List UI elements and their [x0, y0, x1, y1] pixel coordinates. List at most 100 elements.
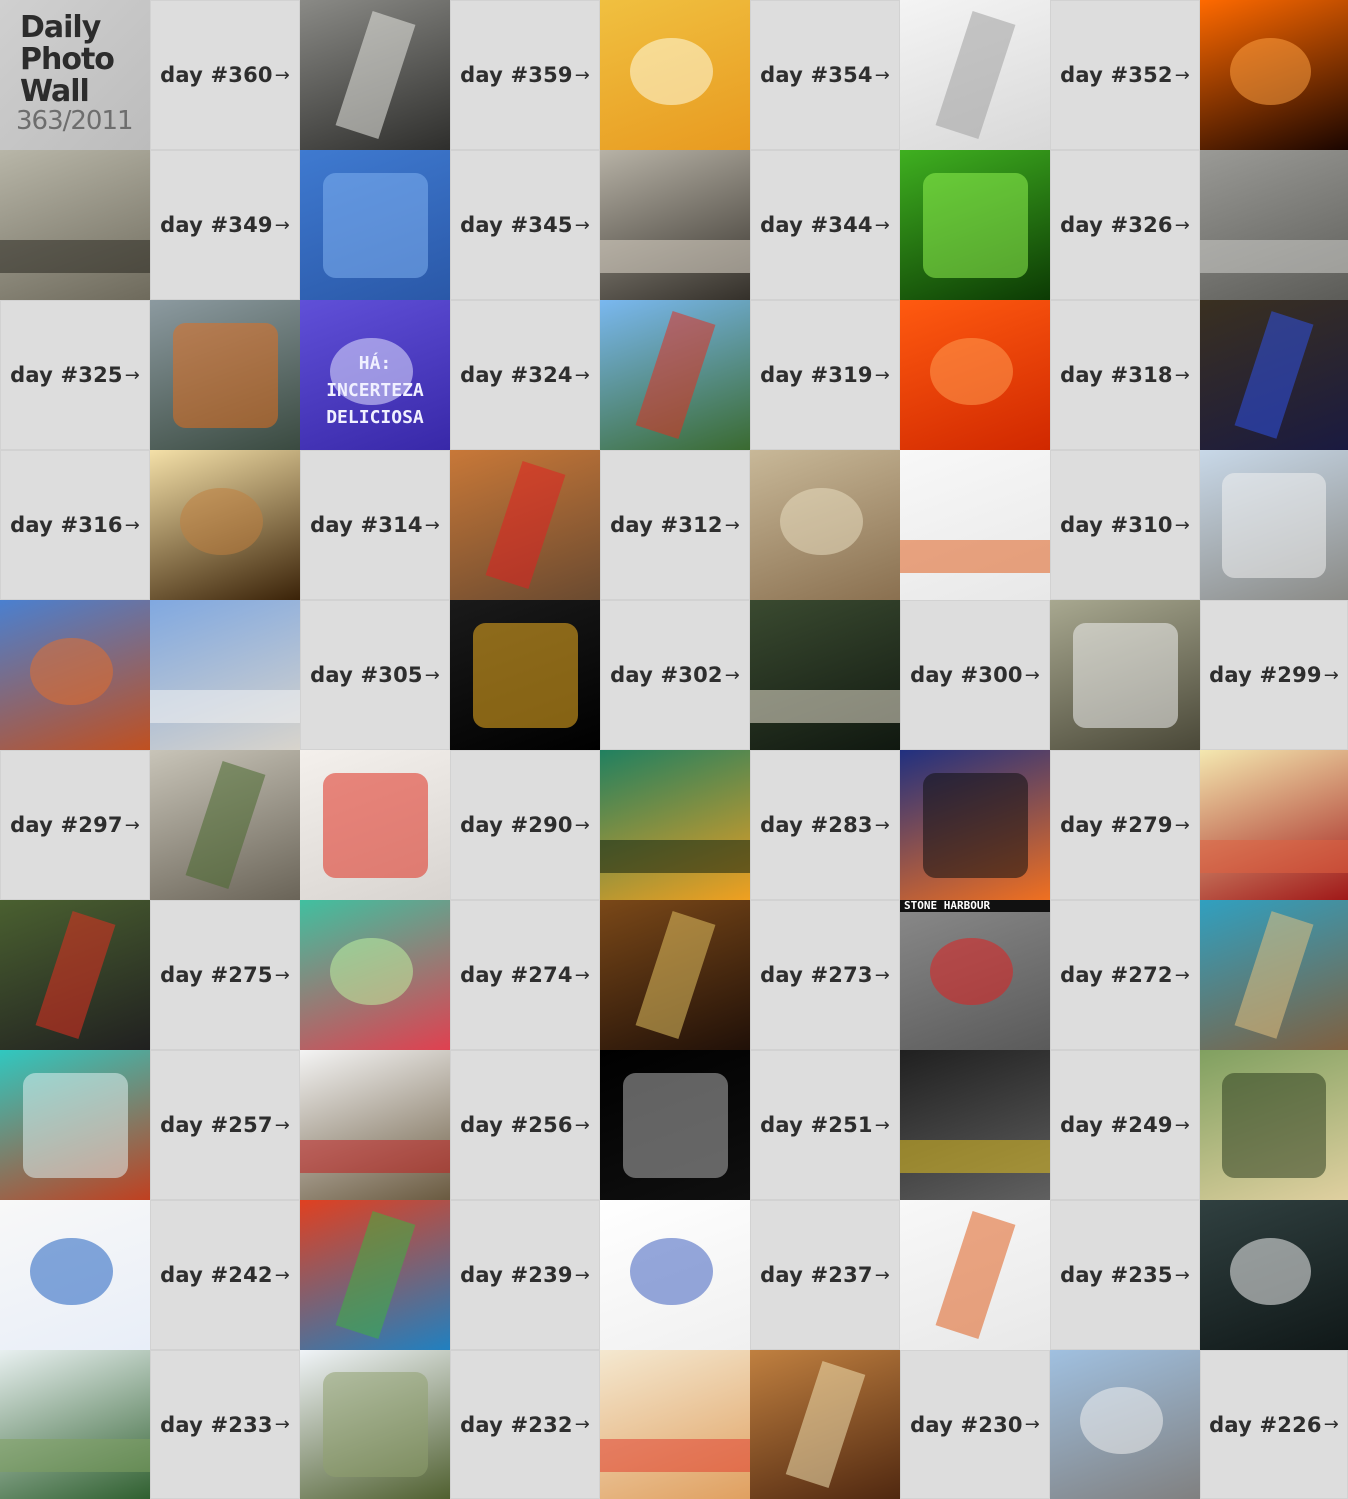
arrow-right-icon: → — [874, 814, 890, 836]
day-link-tile[interactable]: day #326 → — [1050, 150, 1200, 300]
photo-thumbnail[interactable] — [300, 1350, 450, 1499]
day-link-tile[interactable]: day #299 → — [1200, 600, 1348, 750]
day-link-tile[interactable]: day #272 → — [1050, 900, 1200, 1050]
photo-thumbnail[interactable] — [150, 300, 300, 450]
photo-thumbnail[interactable]: STONE HARBOUR — [900, 900, 1050, 1050]
photo-thumbnail[interactable] — [450, 600, 600, 750]
photo-thumbnail[interactable] — [1200, 450, 1348, 600]
day-link-tile[interactable]: day #319 → — [750, 300, 900, 450]
arrow-right-icon: → — [574, 1264, 590, 1286]
day-link-tile[interactable]: day #232 → — [450, 1350, 600, 1499]
day-link-tile[interactable]: day #273 → — [750, 900, 900, 1050]
day-link-tile[interactable]: day #242 → — [150, 1200, 300, 1350]
photo-thumbnail[interactable] — [900, 150, 1050, 300]
day-label: day #326 — [1060, 213, 1173, 237]
photo-thumbnail[interactable] — [300, 0, 450, 150]
day-link-tile[interactable]: day #300 → — [900, 600, 1050, 750]
photo-thumbnail[interactable] — [150, 750, 300, 900]
day-link-tile[interactable]: day #302 → — [600, 600, 750, 750]
day-link-tile[interactable]: day #256 → — [450, 1050, 600, 1200]
photo-thumbnail[interactable] — [750, 600, 900, 750]
photo-thumbnail[interactable] — [150, 450, 300, 600]
photo-thumbnail[interactable] — [0, 1200, 150, 1350]
arrow-right-icon: → — [124, 364, 140, 386]
photo-thumbnail[interactable]: HÁ: INCERTEZA DELICIOSA — [300, 300, 450, 450]
day-link-tile[interactable]: day #239 → — [450, 1200, 600, 1350]
photo-thumbnail[interactable] — [1200, 150, 1348, 300]
photo-thumbnail[interactable] — [900, 450, 1050, 600]
photo-thumbnail[interactable] — [0, 1050, 150, 1200]
day-link-tile[interactable]: day #324 → — [450, 300, 600, 450]
arrow-right-icon: → — [724, 514, 740, 536]
photo-thumbnail[interactable] — [0, 1350, 150, 1499]
day-link-tile[interactable]: day #257 → — [150, 1050, 300, 1200]
day-link-tile[interactable]: day #316 → — [0, 450, 150, 600]
day-link-tile[interactable]: day #274 → — [450, 900, 600, 1050]
arrow-right-icon: → — [424, 514, 440, 536]
day-link-tile[interactable]: day #318 → — [1050, 300, 1200, 450]
day-link-tile[interactable]: day #305 → — [300, 600, 450, 750]
photo-thumbnail[interactable] — [900, 1200, 1050, 1350]
photo-thumbnail[interactable] — [1200, 0, 1348, 150]
photo-thumbnail[interactable] — [900, 0, 1050, 150]
day-link-tile[interactable]: day #235 → — [1050, 1200, 1200, 1350]
day-link-tile[interactable]: day #352 → — [1050, 0, 1200, 150]
day-link-tile[interactable]: day #349 → — [150, 150, 300, 300]
photo-thumbnail[interactable] — [900, 750, 1050, 900]
day-link-tile[interactable]: day #314 → — [300, 450, 450, 600]
photo-thumbnail[interactable] — [300, 150, 450, 300]
photo-thumbnail[interactable] — [600, 1350, 750, 1499]
photo-thumbnail[interactable] — [1200, 300, 1348, 450]
photo-thumbnail[interactable] — [600, 900, 750, 1050]
day-link-tile[interactable]: day #279 → — [1050, 750, 1200, 900]
day-link-tile[interactable]: day #283 → — [750, 750, 900, 900]
photo-thumbnail[interactable] — [450, 450, 600, 600]
day-link-tile[interactable]: day #359 → — [450, 0, 600, 150]
day-link-tile[interactable]: day #345 → — [450, 150, 600, 300]
photo-thumbnail[interactable] — [600, 0, 750, 150]
photo-thumbnail[interactable] — [1200, 900, 1348, 1050]
photo-thumbnail[interactable] — [1050, 600, 1200, 750]
day-link-tile[interactable]: day #344 → — [750, 150, 900, 300]
photo-thumbnail[interactable] — [300, 900, 450, 1050]
day-link-tile[interactable]: day #237 → — [750, 1200, 900, 1350]
day-link-tile[interactable]: day #251 → — [750, 1050, 900, 1200]
day-link-tile[interactable]: day #297 → — [0, 750, 150, 900]
photo-thumbnail[interactable] — [900, 1050, 1050, 1200]
photo-thumbnail[interactable] — [1200, 750, 1348, 900]
day-link-tile[interactable]: day #310 → — [1050, 450, 1200, 600]
photo-thumbnail[interactable] — [600, 750, 750, 900]
day-label: day #256 — [460, 1113, 573, 1137]
day-link-tile[interactable]: day #226 → — [1200, 1350, 1348, 1499]
photo-thumbnail[interactable] — [1050, 1350, 1200, 1499]
photo-thumbnail[interactable] — [600, 300, 750, 450]
day-link-tile[interactable]: day #360 → — [150, 0, 300, 150]
day-label: day #226 — [1209, 1412, 1322, 1437]
day-link-tile[interactable]: day #249 → — [1050, 1050, 1200, 1200]
day-link-tile[interactable]: day #230 → — [900, 1350, 1050, 1499]
photo-thumbnail[interactable] — [300, 1050, 450, 1200]
day-label: day #251 — [760, 1113, 873, 1137]
day-link-tile[interactable]: day #275 → — [150, 900, 300, 1050]
photo-thumbnail[interactable] — [900, 300, 1050, 450]
photo-thumbnail[interactable] — [300, 750, 450, 900]
photo-thumbnail[interactable] — [750, 1350, 900, 1499]
photo-thumbnail[interactable] — [150, 600, 300, 750]
photo-thumbnail[interactable] — [600, 1050, 750, 1200]
day-link-tile[interactable]: day #233 → — [150, 1350, 300, 1499]
day-link-tile[interactable]: day #325 → — [0, 300, 150, 450]
photo-thumbnail[interactable] — [750, 450, 900, 600]
photo-thumbnail[interactable] — [1200, 1200, 1348, 1350]
photo-thumbnail[interactable] — [0, 900, 150, 1050]
day-link-tile[interactable]: day #354 → — [750, 0, 900, 150]
photo-thumbnail[interactable] — [1200, 1050, 1348, 1200]
photo-accent-shape — [335, 10, 415, 140]
photo-thumbnail[interactable] — [0, 600, 150, 750]
photo-thumbnail[interactable] — [600, 1200, 750, 1350]
day-link-tile[interactable]: day #312 → — [600, 450, 750, 600]
photo-thumbnail[interactable] — [0, 150, 150, 300]
day-link-tile[interactable]: day #290 → — [450, 750, 600, 900]
photo-thumbnail[interactable] — [300, 1200, 450, 1350]
photo-accent-shape — [622, 1072, 728, 1178]
photo-thumbnail[interactable] — [600, 150, 750, 300]
